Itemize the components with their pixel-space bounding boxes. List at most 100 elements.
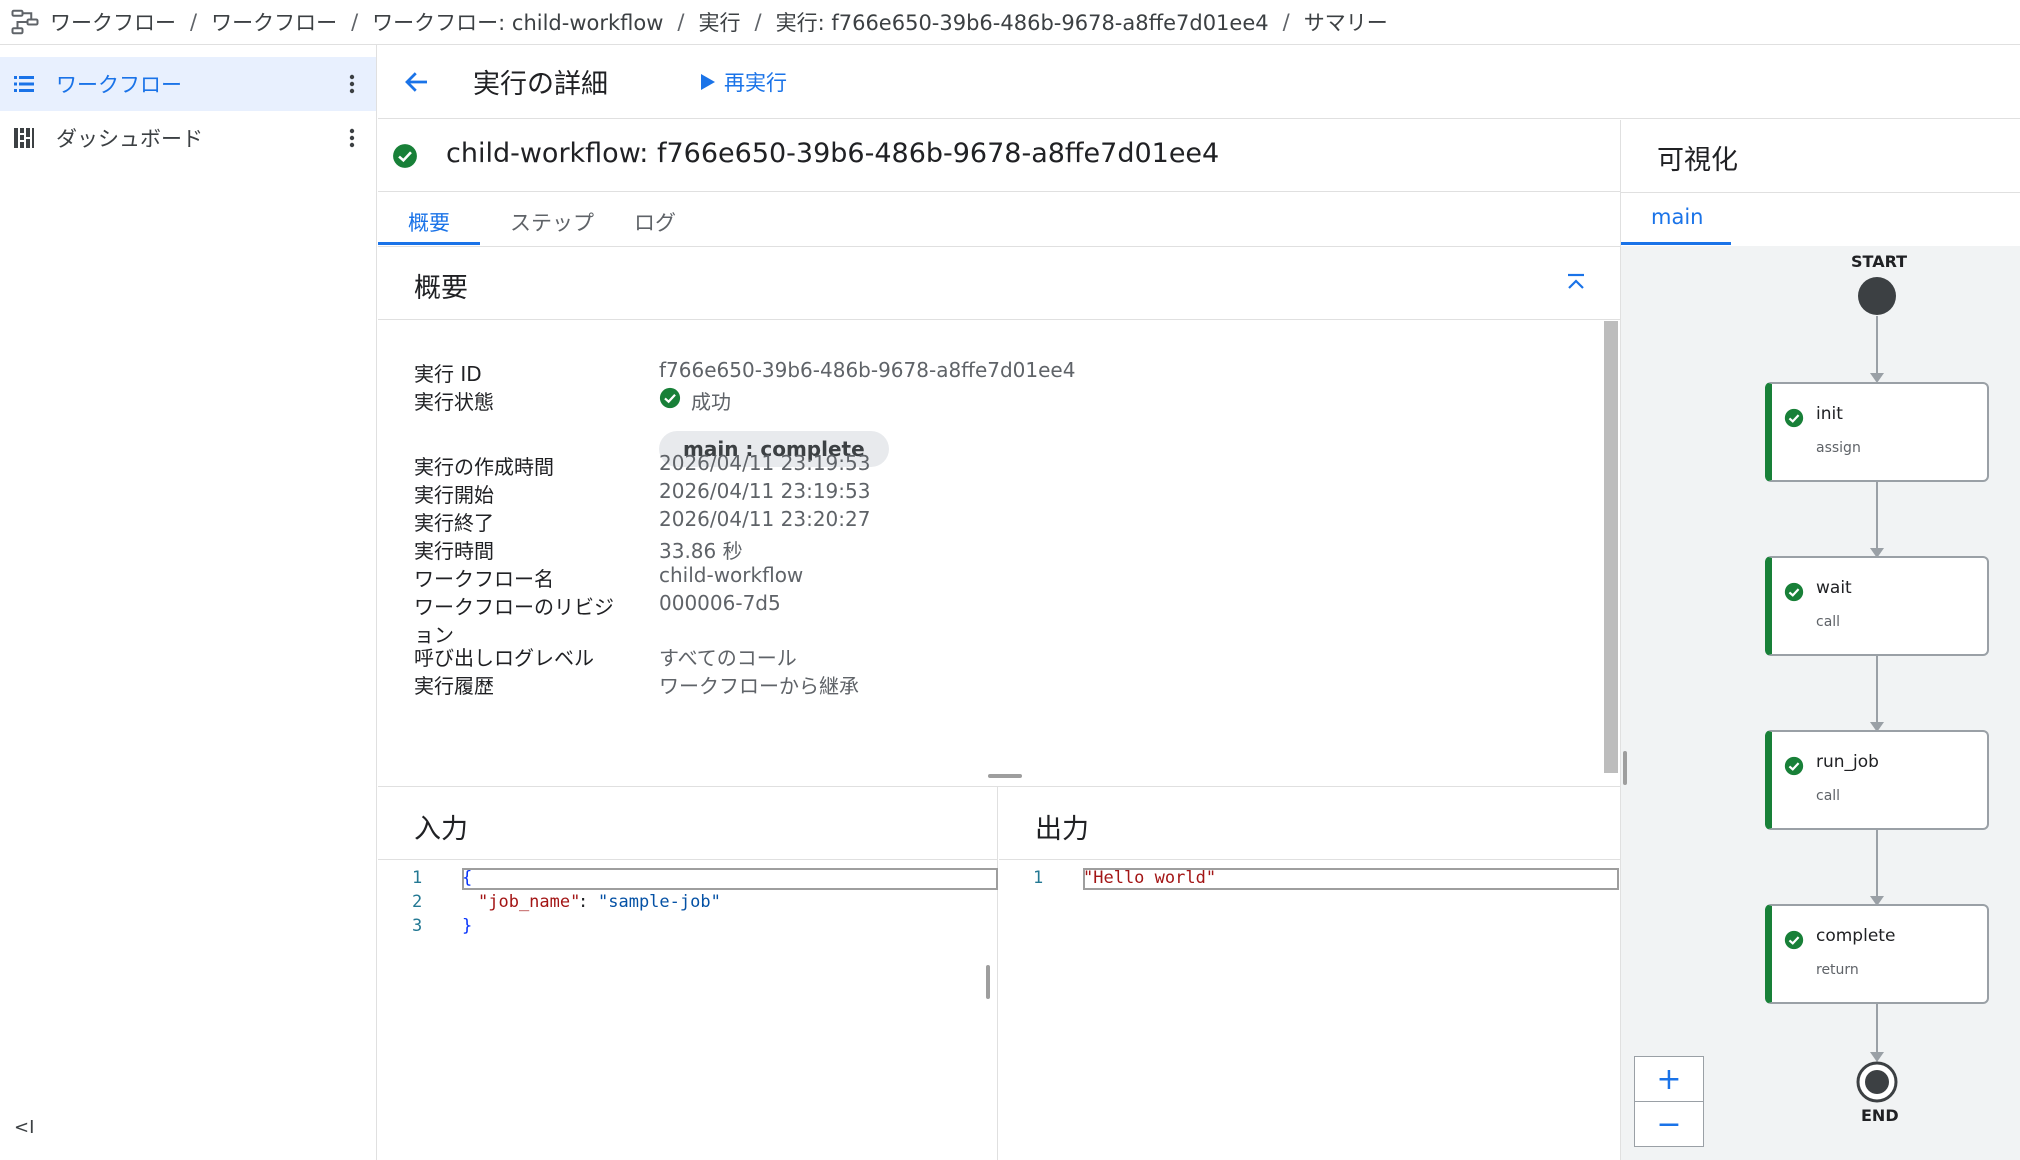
- end-label: END: [1861, 1106, 1899, 1125]
- status-label: 実行状態: [414, 390, 494, 414]
- active-tab-indicator: [378, 242, 480, 245]
- toolbar: 実行の詳細 再実行: [378, 45, 2020, 119]
- json-value: "sample-job": [598, 892, 721, 912]
- breadcrumb-separator: /: [754, 10, 762, 34]
- visualization-panel: 可視化 main START init assign wait call run…: [1620, 120, 2020, 1160]
- graph-edge: [1876, 830, 1878, 904]
- line-number: 1: [1033, 868, 1044, 888]
- tab-logs[interactable]: ログ: [604, 203, 706, 241]
- graph-edge: [1876, 1004, 1878, 1058]
- success-check-icon: [1784, 930, 1804, 950]
- graph-node-init[interactable]: init assign: [1765, 382, 1989, 482]
- breadcrumb-item[interactable]: 実行: [699, 7, 741, 37]
- node-name: complete: [1816, 926, 1896, 946]
- execution-header: child-workflow: f766e650-39b6-486b-9678-…: [378, 120, 1620, 192]
- log-level-label: 呼び出しログレベル: [414, 646, 594, 670]
- summary-title: 概要: [414, 273, 468, 304]
- sidebar-item-workflows[interactable]: ワークフロー: [0, 57, 376, 111]
- success-check-icon: [393, 144, 417, 168]
- execution-title: child-workflow: f766e650-39b6-486b-9678-…: [446, 138, 1220, 169]
- workflow-name-value: child-workflow: [659, 563, 804, 587]
- execution-tabs: 概要 ステップ ログ: [378, 193, 1620, 247]
- start-label: START: [1851, 252, 1908, 271]
- workflows-icon: [11, 9, 39, 35]
- input-pane: 入力 1 2 3 { "job_name" : "sample-job" }: [378, 787, 998, 1160]
- node-type: return: [1816, 962, 1859, 978]
- end-label: 実行終了: [414, 511, 494, 535]
- divider: [999, 859, 1620, 860]
- end-node: [1856, 1061, 1898, 1103]
- list-icon: [14, 76, 34, 92]
- back-arrow-icon[interactable]: [402, 67, 432, 97]
- output-title: 出力: [1035, 814, 1089, 845]
- tab-main[interactable]: main: [1651, 205, 1703, 229]
- node-name: run_job: [1816, 752, 1879, 772]
- zoom-in-button[interactable]: +: [1634, 1056, 1704, 1102]
- more-vert-icon[interactable]: [340, 72, 364, 96]
- resize-handle[interactable]: [988, 774, 1022, 778]
- summary-details: 実行 ID f766e650-39b6-486b-9678-a8ffe7d01e…: [378, 321, 1620, 786]
- success-check-icon: [659, 387, 681, 409]
- line-number: 2: [412, 892, 423, 912]
- divider: [378, 859, 998, 860]
- graph-node-run-job[interactable]: run_job call: [1765, 730, 1989, 830]
- line-number: 3: [412, 916, 423, 936]
- resize-handle[interactable]: [986, 965, 990, 999]
- rerun-button[interactable]: 再実行: [700, 67, 787, 97]
- tab-overview[interactable]: 概要: [378, 203, 480, 241]
- json-key: "job_name": [478, 892, 581, 912]
- success-check-icon: [1784, 582, 1804, 602]
- history-label: 実行履歴: [414, 674, 494, 698]
- left-nav: ワークフロー ダッシュボード <I: [0, 45, 377, 1160]
- visualization-title: 可視化: [1657, 145, 1738, 176]
- breadcrumb-separator: /: [1282, 10, 1290, 34]
- duration-value: 33.86 秒: [659, 539, 743, 563]
- collapse-up-icon[interactable]: [1564, 272, 1588, 296]
- start-label: 実行開始: [414, 483, 494, 507]
- page-title: 実行の詳細: [473, 69, 608, 100]
- breadcrumb-item[interactable]: ワークフロー: [50, 7, 176, 37]
- output-pane: 出力 1 "Hello world": [999, 787, 1620, 1160]
- play-icon: [701, 74, 715, 90]
- more-vert-icon[interactable]: [340, 126, 364, 150]
- start-value: 2026/04/11 23:19:53: [659, 479, 871, 503]
- success-check-icon: [1784, 756, 1804, 776]
- resize-handle[interactable]: [1623, 751, 1627, 785]
- workflow-graph[interactable]: START init assign wait call run_job call: [1621, 246, 2020, 1160]
- graph-edge: [1876, 656, 1878, 730]
- node-type: call: [1816, 614, 1841, 630]
- breadcrumb: ワークフロー / ワークフロー / ワークフロー: child-workflow…: [0, 0, 2020, 45]
- code-line: {: [462, 868, 473, 888]
- end-value: 2026/04/11 23:20:27: [659, 507, 871, 531]
- created-value: 2026/04/11 23:19:53: [659, 451, 871, 475]
- breadcrumb-item-current: サマリー: [1303, 11, 1388, 35]
- collapse-nav-button[interactable]: <I: [14, 1117, 34, 1138]
- details-scrollbar[interactable]: [1604, 321, 1618, 773]
- breadcrumb-item[interactable]: ワークフロー: [211, 7, 337, 37]
- created-label: 実行の作成時間: [414, 455, 554, 479]
- graph-node-complete[interactable]: complete return: [1765, 904, 1989, 1004]
- tab-steps[interactable]: ステップ: [480, 203, 624, 241]
- line-number: 1: [412, 868, 423, 888]
- start-node: [1858, 277, 1896, 315]
- current-line-highlight: [462, 868, 998, 890]
- graph-node-wait[interactable]: wait call: [1765, 556, 1989, 656]
- summary-section-header: 概要: [378, 248, 1620, 320]
- breadcrumb-separator: /: [190, 10, 198, 34]
- code-line: }: [462, 916, 473, 936]
- breadcrumb-item[interactable]: 実行: f766e650-39b6-486b-9678-a8ffe7d01ee4: [776, 7, 1269, 37]
- sidebar-item-label: ダッシュボード: [56, 127, 203, 151]
- breadcrumb-separator: /: [351, 10, 359, 34]
- breadcrumb-separator: /: [677, 10, 685, 34]
- node-name: wait: [1816, 578, 1852, 598]
- zoom-out-button[interactable]: −: [1634, 1101, 1704, 1147]
- sidebar-item-dashboard[interactable]: ダッシュボード: [0, 111, 376, 165]
- breadcrumb-item[interactable]: ワークフロー: child-workflow: [372, 7, 663, 37]
- node-type: assign: [1816, 440, 1861, 456]
- success-check-icon: [1784, 408, 1804, 428]
- node-type: call: [1816, 788, 1841, 804]
- rerun-label: 再実行: [724, 71, 787, 95]
- status-value: 成功: [691, 390, 731, 414]
- exec-id-label: 実行 ID: [414, 362, 482, 386]
- json-colon: :: [578, 892, 599, 912]
